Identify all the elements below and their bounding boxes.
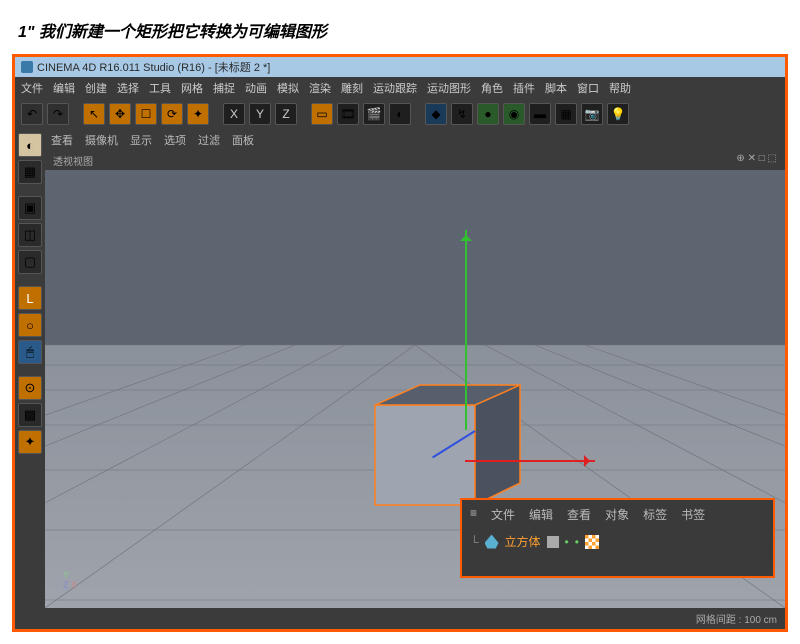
object-manager-panel: ≡ 文件 编辑 查看 对象 标签 书签 └ 立方体 •• bbox=[460, 498, 775, 578]
scale-tool[interactable]: ☐ bbox=[135, 103, 157, 125]
menu-plugin[interactable]: 插件 bbox=[513, 80, 535, 96]
material-icon[interactable]: ▦ bbox=[18, 160, 42, 184]
sphere-icon[interactable]: ● bbox=[477, 103, 499, 125]
panel-menu-bookmark[interactable]: 书签 bbox=[681, 506, 705, 523]
menu-edit[interactable]: 编辑 bbox=[53, 80, 75, 96]
panel-menu-view[interactable]: 查看 bbox=[567, 506, 591, 523]
menu-sim[interactable]: 模拟 bbox=[277, 80, 299, 96]
window-titlebar: CINEMA 4D R16.011 Studio (R16) - [未标题 2 … bbox=[15, 57, 785, 77]
spot-icon[interactable]: ◐ bbox=[389, 103, 411, 125]
visibility-tag-icon[interactable] bbox=[547, 536, 559, 548]
menu-select[interactable]: 选择 bbox=[117, 80, 139, 96]
live-select-icon[interactable]: ◐ bbox=[18, 133, 42, 157]
view-area: 查看 摄像机 显示 选项 过滤 面板 透视视图 ⊕ ✕ □ ⬚ bbox=[45, 129, 785, 629]
spline-icon[interactable]: ○ bbox=[18, 313, 42, 337]
axis-y-gizmo[interactable] bbox=[465, 230, 467, 430]
nav-compass: Y Z X bbox=[63, 570, 77, 590]
object-row[interactable]: └ 立方体 •• bbox=[462, 529, 773, 554]
viewport-label: 透视视图 bbox=[53, 153, 93, 168]
rotate-tool[interactable]: ⟳ bbox=[161, 103, 183, 125]
lathe-icon[interactable]: L bbox=[18, 286, 42, 310]
vmenu-view[interactable]: 查看 bbox=[51, 132, 73, 148]
app-icon bbox=[21, 61, 33, 73]
panel-menu-object[interactable]: 对象 bbox=[605, 506, 629, 523]
mouse-icon[interactable]: 🖱 bbox=[18, 340, 42, 364]
clapper-icon[interactable]: 🎬 bbox=[363, 103, 385, 125]
axis-z-toggle[interactable]: Z bbox=[275, 103, 297, 125]
grid-toggle-icon[interactable]: ▦ bbox=[555, 103, 577, 125]
edge-mode-icon[interactable]: ◫ bbox=[18, 223, 42, 247]
panel-grip-icon[interactable]: ≡ bbox=[470, 506, 477, 523]
menu-file[interactable]: 文件 bbox=[21, 80, 43, 96]
render-icon[interactable]: ◆ bbox=[425, 103, 447, 125]
vmenu-filter[interactable]: 过滤 bbox=[198, 132, 220, 148]
grid-spacing-readout: 网格间距 : 100 cm bbox=[696, 615, 777, 626]
poly-mode-icon[interactable]: ▣ bbox=[18, 196, 42, 220]
menu-snap[interactable]: 捕捉 bbox=[213, 80, 235, 96]
menu-sculpt[interactable]: 雕刻 bbox=[341, 80, 363, 96]
step-caption: 1" 我们新建一个矩形把它转换为可编辑图形 bbox=[0, 0, 800, 54]
menu-create[interactable]: 创建 bbox=[85, 80, 107, 96]
recent-tool[interactable]: ✦ bbox=[187, 103, 209, 125]
menu-motrack[interactable]: 运动跟踪 bbox=[373, 80, 417, 96]
point-mode-icon[interactable]: ▢ bbox=[18, 250, 42, 274]
menu-mesh[interactable]: 网格 bbox=[181, 80, 203, 96]
main-menubar[interactable]: 文件 编辑 创建 选择 工具 网格 捕捉 动画 模拟 渲染 雕刻 运动跟踪 运动… bbox=[15, 77, 785, 99]
axis-y-toggle[interactable]: Y bbox=[249, 103, 271, 125]
menu-window[interactable]: 窗口 bbox=[577, 80, 599, 96]
workspace: ◐ ▦ ▣ ◫ ▢ L ○ 🖱 ⊙ ▩ ✦ 查看 摄像机 显示 选项 过滤 面板 bbox=[15, 129, 785, 629]
menu-help[interactable]: 帮助 bbox=[609, 80, 631, 96]
light-icon[interactable]: 💡 bbox=[607, 103, 629, 125]
redo-button[interactable]: ↷ bbox=[47, 103, 69, 125]
object-name[interactable]: 立方体 bbox=[505, 533, 541, 550]
checker-icon[interactable]: ▩ bbox=[18, 403, 42, 427]
screenshot-frame: CINEMA 4D R16.011 Studio (R16) - [未标题 2 … bbox=[12, 54, 788, 632]
camera-icon[interactable]: 📷 bbox=[581, 103, 603, 125]
select-tool[interactable]: ↖ bbox=[83, 103, 105, 125]
menu-script[interactable]: 脚本 bbox=[545, 80, 567, 96]
floor-icon[interactable]: ▬ bbox=[529, 103, 551, 125]
render-settings-icon[interactable]: ↯ bbox=[451, 103, 473, 125]
tree-toggle-icon[interactable]: └ bbox=[470, 535, 479, 549]
cube-primitive-icon bbox=[485, 535, 499, 549]
globe-icon[interactable]: ◉ bbox=[503, 103, 525, 125]
film-icon[interactable]: 🎞 bbox=[337, 103, 359, 125]
menu-char[interactable]: 角色 bbox=[481, 80, 503, 96]
window-title: CINEMA 4D R16.011 Studio (R16) - [未标题 2 … bbox=[37, 59, 270, 75]
vmenu-camera[interactable]: 摄像机 bbox=[85, 132, 118, 148]
vmenu-options[interactable]: 选项 bbox=[164, 132, 186, 148]
viewport-menubar[interactable]: 查看 摄像机 显示 选项 过滤 面板 bbox=[45, 129, 785, 151]
menu-mograph[interactable]: 运动图形 bbox=[427, 80, 471, 96]
primitive-cube-icon[interactable]: ▭ bbox=[311, 103, 333, 125]
status-bar: 网格间距 : 100 cm bbox=[45, 608, 785, 629]
panel-menu-edit[interactable]: 编辑 bbox=[529, 506, 553, 523]
panel-menubar[interactable]: ≡ 文件 编辑 查看 对象 标签 书签 bbox=[462, 500, 773, 529]
menu-anim[interactable]: 动画 bbox=[245, 80, 267, 96]
move-tool[interactable]: ✥ bbox=[109, 103, 131, 125]
undo-button[interactable]: ↶ bbox=[21, 103, 43, 125]
viewport-controls[interactable]: ⊕ ✕ □ ⬚ bbox=[736, 153, 777, 168]
vmenu-panel[interactable]: 面板 bbox=[232, 132, 254, 148]
axis-x-toggle[interactable]: X bbox=[223, 103, 245, 125]
panel-menu-tag[interactable]: 标签 bbox=[643, 506, 667, 523]
axis-x-gizmo[interactable] bbox=[465, 460, 595, 462]
viewport-hud: 透视视图 ⊕ ✕ □ ⬚ bbox=[45, 151, 785, 170]
left-toolbar: ◐ ▦ ▣ ◫ ▢ L ○ 🖱 ⊙ ▩ ✦ bbox=[15, 129, 45, 629]
magnet-icon[interactable]: ⊙ bbox=[18, 376, 42, 400]
perspective-viewport[interactable]: Y Z X ≡ 文件 编辑 查看 对象 标签 书签 └ bbox=[45, 170, 785, 608]
vmenu-display[interactable]: 显示 bbox=[130, 132, 152, 148]
main-toolbar: ↶ ↷ ↖ ✥ ☐ ⟳ ✦ X Y Z ▭ 🎞 🎬 ◐ ◆ ↯ ● ◉ ▬ ▦ … bbox=[15, 99, 785, 129]
menu-render[interactable]: 渲染 bbox=[309, 80, 331, 96]
phong-tag-icon[interactable] bbox=[585, 535, 599, 549]
panel-menu-file[interactable]: 文件 bbox=[491, 506, 515, 523]
axis-icon[interactable]: ✦ bbox=[18, 430, 42, 454]
menu-tool[interactable]: 工具 bbox=[149, 80, 171, 96]
